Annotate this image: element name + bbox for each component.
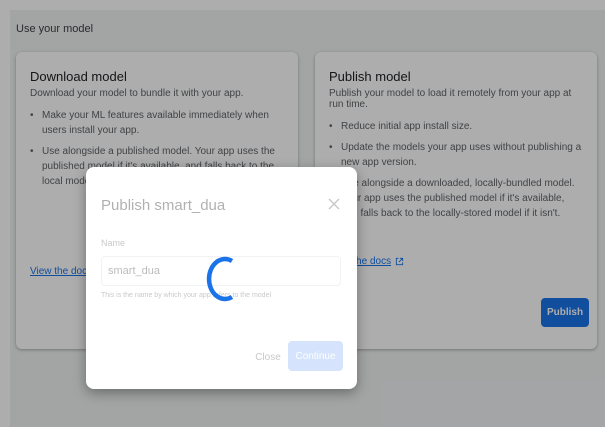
close-icon[interactable]	[327, 197, 341, 211]
publish-dialog: Publish smart_dua Name This is the name …	[86, 167, 357, 389]
close-button[interactable]: Close	[248, 343, 288, 371]
name-field-label: Name	[101, 238, 126, 248]
name-field-hint: This is the name by which your app refer…	[101, 292, 272, 299]
loading-spinner-icon	[206, 256, 234, 302]
dialog-title: Publish smart_dua	[101, 197, 226, 214]
continue-button[interactable]: Continue	[288, 341, 343, 371]
